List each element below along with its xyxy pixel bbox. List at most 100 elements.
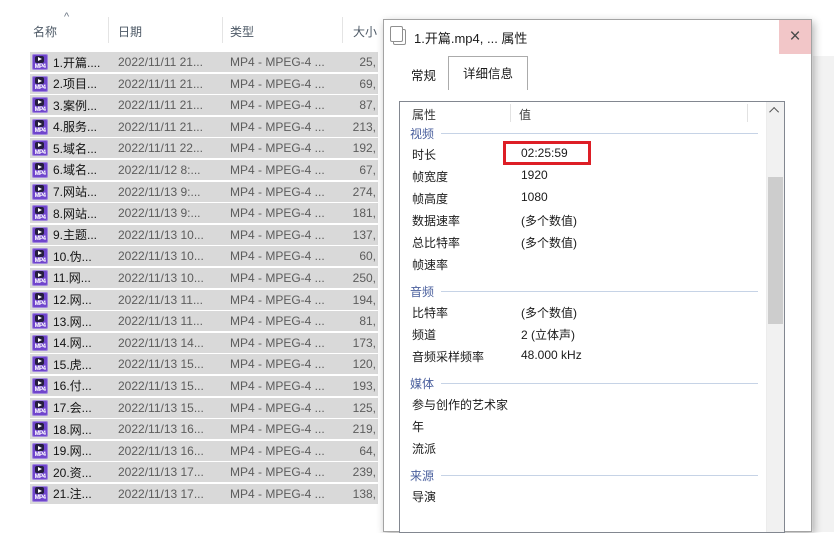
property-value: 1080 (521, 190, 548, 204)
column-header-size[interactable]: 大小 (340, 23, 377, 40)
property-value: 1920 (521, 168, 548, 182)
scroll-up-button[interactable] (767, 102, 784, 119)
file-row[interactable]: MP4 6.域名... 2022/11/12 8:... MP4 - MPEG-… (30, 160, 378, 180)
scrollbar-thumb[interactable] (768, 177, 783, 324)
mp4-file-icon: MP4 (32, 270, 48, 286)
property-value: 2 (立体声) (521, 326, 575, 343)
file-row[interactable]: MP4 9.主题... 2022/11/13 10... MP4 - MPEG-… (30, 225, 378, 245)
file-row[interactable]: MP4 5.域名... 2022/11/11 22... MP4 - MPEG-… (30, 138, 378, 158)
play-icon (35, 56, 44, 63)
tab-general[interactable]: 常规 (399, 60, 448, 90)
column-header-type[interactable]: 类型 (230, 23, 254, 40)
file-row[interactable]: MP4 13.网... 2022/11/13 11... MP4 - MPEG-… (30, 311, 378, 331)
file-row[interactable]: MP4 1.开篇.... 2022/11/11 21... MP4 - MPEG… (30, 52, 378, 72)
column-header-property[interactable]: 属性 (412, 106, 436, 123)
file-type: MP4 - MPEG-4 ... (230, 357, 325, 371)
file-row[interactable]: MP4 12.网... 2022/11/13 11... MP4 - MPEG-… (30, 290, 378, 310)
details-property-row[interactable]: 年 (400, 414, 784, 436)
section-rule (441, 383, 758, 384)
file-type: MP4 - MPEG-4 ... (230, 185, 325, 199)
file-size: 138, (353, 487, 376, 501)
play-icon (35, 444, 44, 451)
file-size: 274, (353, 185, 376, 199)
section-rule (441, 133, 758, 134)
details-property-row[interactable]: 音频采样频率 48.000 kHz (400, 344, 784, 366)
tab-details[interactable]: 详细信息 (448, 56, 528, 90)
file-rows-container: MP4 1.开篇.... 2022/11/11 21... MP4 - MPEG… (30, 52, 378, 505)
details-rows-container: 视频 时长 02:25:59 帧宽度 1920 帧高度 1080 数据速率 (多… (400, 124, 784, 506)
mp4-icon-label: MP4 (32, 301, 48, 307)
file-row[interactable]: MP4 18.网... 2022/11/13 16... MP4 - MPEG-… (30, 419, 378, 439)
property-label: 总比特率 (412, 234, 460, 251)
details-property-row[interactable]: 总比特率 (多个数值) (400, 230, 784, 252)
file-row[interactable]: MP4 11.网... 2022/11/13 10... MP4 - MPEG-… (30, 268, 378, 288)
details-property-row[interactable]: 比特率 (多个数值) (400, 300, 784, 322)
file-type: MP4 - MPEG-4 ... (230, 422, 325, 436)
mp4-icon-label: MP4 (32, 323, 48, 329)
property-value: 02:25:59 (521, 146, 568, 160)
property-label: 数据速率 (412, 212, 460, 229)
column-header-date[interactable]: 日期 (118, 23, 142, 40)
file-name: 19.网... (53, 442, 117, 459)
details-property-row[interactable]: 导演 (400, 484, 784, 506)
vertical-scrollbar[interactable] (766, 102, 784, 533)
play-icon (35, 228, 44, 235)
play-icon (35, 315, 44, 322)
file-name: 14.网... (53, 334, 117, 351)
details-section-header: 来源 (400, 466, 784, 484)
file-row[interactable]: MP4 7.网站... 2022/11/13 9:... MP4 - MPEG-… (30, 182, 378, 202)
file-row[interactable]: MP4 17.会... 2022/11/13 15... MP4 - MPEG-… (30, 398, 378, 418)
file-size: 87, (359, 98, 376, 112)
file-row[interactable]: MP4 8.网站... 2022/11/13 9:... MP4 - MPEG-… (30, 203, 378, 223)
column-separator (342, 17, 343, 43)
mp4-file-icon: MP4 (32, 54, 48, 70)
mp4-file-icon: MP4 (32, 464, 48, 480)
file-name: 4.服务... (53, 118, 117, 135)
file-name: 2.项目... (53, 75, 117, 92)
file-date: 2022/11/11 21... (118, 98, 203, 112)
details-property-row[interactable]: 频道 2 (立体声) (400, 322, 784, 344)
property-value: (多个数值) (521, 304, 577, 321)
file-row[interactable]: MP4 2.项目... 2022/11/11 21... MP4 - MPEG-… (30, 74, 378, 94)
mp4-file-icon: MP4 (32, 162, 48, 178)
details-property-row[interactable]: 流派 (400, 436, 784, 458)
play-icon (35, 401, 44, 408)
file-date: 2022/11/12 8:... (118, 163, 201, 177)
mp4-file-icon: MP4 (32, 227, 48, 243)
details-property-row[interactable]: 数据速率 (多个数值) (400, 208, 784, 230)
file-date: 2022/11/13 17... (118, 487, 204, 501)
property-label: 帧宽度 (412, 168, 448, 185)
details-property-row[interactable]: 参与创作的艺术家 (400, 392, 784, 414)
file-row[interactable]: MP4 4.服务... 2022/11/11 21... MP4 - MPEG-… (30, 117, 378, 137)
mp4-icon-label: MP4 (32, 128, 48, 134)
close-button[interactable]: × (779, 20, 811, 54)
play-icon (35, 293, 44, 300)
file-row[interactable]: MP4 20.资... 2022/11/13 17... MP4 - MPEG-… (30, 462, 378, 482)
file-date: 2022/11/13 11... (118, 293, 203, 307)
file-row[interactable]: MP4 3.案例... 2022/11/11 21... MP4 - MPEG-… (30, 95, 378, 115)
details-property-row[interactable]: 帧高度 1080 (400, 186, 784, 208)
file-name: 9.主题... (53, 226, 117, 243)
file-date: 2022/11/13 10... (118, 249, 204, 263)
column-separator (747, 104, 748, 122)
file-type: MP4 - MPEG-4 ... (230, 141, 325, 155)
mp4-file-icon: MP4 (32, 97, 48, 113)
column-separator (222, 17, 223, 43)
details-property-row[interactable]: 帧速率 (400, 252, 784, 274)
details-property-row[interactable]: 帧宽度 1920 (400, 164, 784, 186)
details-property-row[interactable]: 时长 02:25:59 (400, 142, 784, 164)
file-row[interactable]: MP4 15.虎... 2022/11/13 15... MP4 - MPEG-… (30, 354, 378, 374)
property-value: (多个数值) (521, 212, 577, 229)
file-row[interactable]: MP4 19.网... 2022/11/13 16... MP4 - MPEG-… (30, 441, 378, 461)
file-row[interactable]: MP4 21.注... 2022/11/13 17... MP4 - MPEG-… (30, 484, 378, 504)
file-date: 2022/11/13 10... (118, 271, 204, 285)
file-row[interactable]: MP4 16.付... 2022/11/13 15... MP4 - MPEG-… (30, 376, 378, 396)
file-row[interactable]: MP4 10.伪... 2022/11/13 10... MP4 - MPEG-… (30, 246, 378, 266)
column-header-name[interactable]: 名称 (33, 23, 57, 40)
property-label: 帧速率 (412, 256, 448, 273)
file-name: 20.资... (53, 464, 117, 481)
file-row[interactable]: MP4 14.网... 2022/11/13 14... MP4 - MPEG-… (30, 333, 378, 353)
details-section-header: 音频 (400, 282, 784, 300)
property-label: 频道 (412, 326, 436, 343)
column-header-value[interactable]: 值 (519, 106, 531, 123)
